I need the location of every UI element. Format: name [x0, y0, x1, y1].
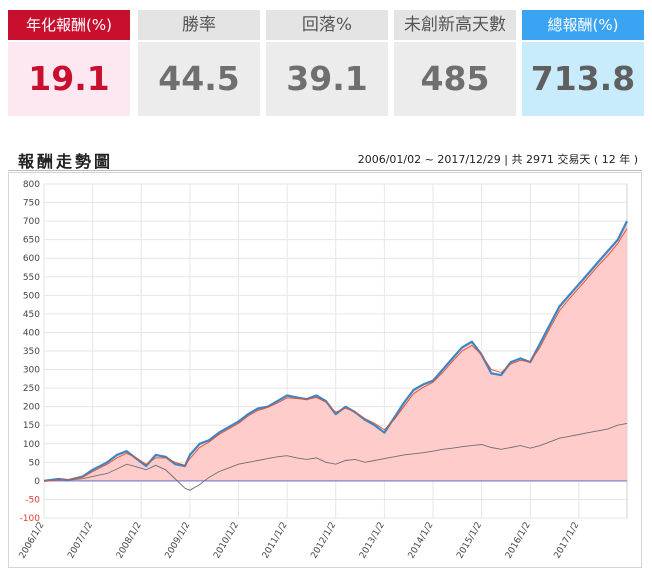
y-tick-label: 700 — [23, 217, 40, 227]
stat-card-value: 19.1 — [8, 42, 130, 116]
stats-cards: 年化報酬(%) 19.1 勝率 44.5 回落% 39.1 未創新高天數 485… — [8, 10, 644, 118]
x-tick-label: 2012/1/2 — [309, 521, 338, 561]
y-tick-label: 250 — [23, 384, 40, 394]
y-tick-label: 750 — [23, 199, 40, 209]
stat-card-label: 回落% — [266, 10, 388, 40]
y-tick-label: 650 — [23, 236, 40, 246]
stat-card-label: 總報酬(%) — [522, 10, 644, 40]
y-tick-label: 300 — [23, 366, 40, 376]
x-tick-label: 2016/1/2 — [504, 521, 533, 561]
y-tick-label: 450 — [23, 310, 40, 320]
y-tick-label: 800 — [23, 180, 40, 190]
x-tick-label: 2014/1/2 — [407, 521, 436, 561]
y-tick-label: 50 — [29, 458, 41, 468]
x-tick-label: 2008/1/2 — [115, 521, 144, 561]
y-tick-label: 350 — [23, 347, 40, 357]
y-tick-label: 500 — [23, 291, 40, 301]
stat-card-value: 713.8 — [522, 42, 644, 116]
chart-date-range: 2006/01/02 ~ 2017/12/29 | 共 2971 交易天 ( 1… — [357, 153, 638, 166]
x-tick-label: 2007/1/2 — [66, 521, 95, 561]
stat-card-total-return: 總報酬(%) 713.8 — [522, 10, 644, 118]
stat-card-value: 39.1 — [266, 42, 388, 116]
y-tick-label: -50 — [25, 495, 40, 505]
y-tick-label: 600 — [23, 254, 40, 264]
y-tick-label: 200 — [23, 403, 40, 413]
y-tick-label: 100 — [23, 440, 40, 450]
x-tick-label: 2009/1/2 — [164, 521, 193, 561]
stat-card-annual-return: 年化報酬(%) 19.1 — [8, 10, 130, 118]
y-tick-label: 400 — [23, 328, 40, 338]
x-tick-label: 2013/1/2 — [358, 521, 387, 561]
y-tick-label: 0 — [34, 477, 40, 487]
x-tick-label: 2011/1/2 — [261, 521, 290, 561]
stat-card-drawdown: 回落% 39.1 — [266, 10, 388, 118]
chart-title: 報酬走勢圖 — [18, 152, 114, 171]
chart-container: 800 750 700 650 600 550 500 450 400 350 300 250 200 1… — [8, 172, 642, 568]
x-tick-label: 2017/1/2 — [553, 521, 582, 561]
y-tick-label: 550 — [23, 273, 40, 283]
stat-card-label: 未創新高天數 — [394, 10, 516, 40]
return-chart: 8007507006506005505004504003503002502001… — [18, 180, 628, 561]
stat-card-value: 44.5 — [138, 42, 260, 116]
x-tick-label: 2015/1/2 — [455, 521, 484, 561]
stat-card-value: 485 — [394, 42, 516, 116]
x-tick-label: 2006/1/2 — [18, 521, 47, 561]
chart-panel-header: 報酬走勢圖 2006/01/02 ~ 2017/12/29 | 共 2971 交… — [8, 146, 642, 171]
stat-card-label: 勝率 — [138, 10, 260, 40]
x-tick-label: 2010/1/2 — [212, 521, 241, 561]
stat-card-label: 年化報酬(%) — [8, 10, 130, 40]
y-tick-label: 150 — [23, 421, 40, 431]
stat-card-win-rate: 勝率 44.5 — [138, 10, 260, 118]
stat-card-days-since-high: 未創新高天數 485 — [394, 10, 516, 118]
